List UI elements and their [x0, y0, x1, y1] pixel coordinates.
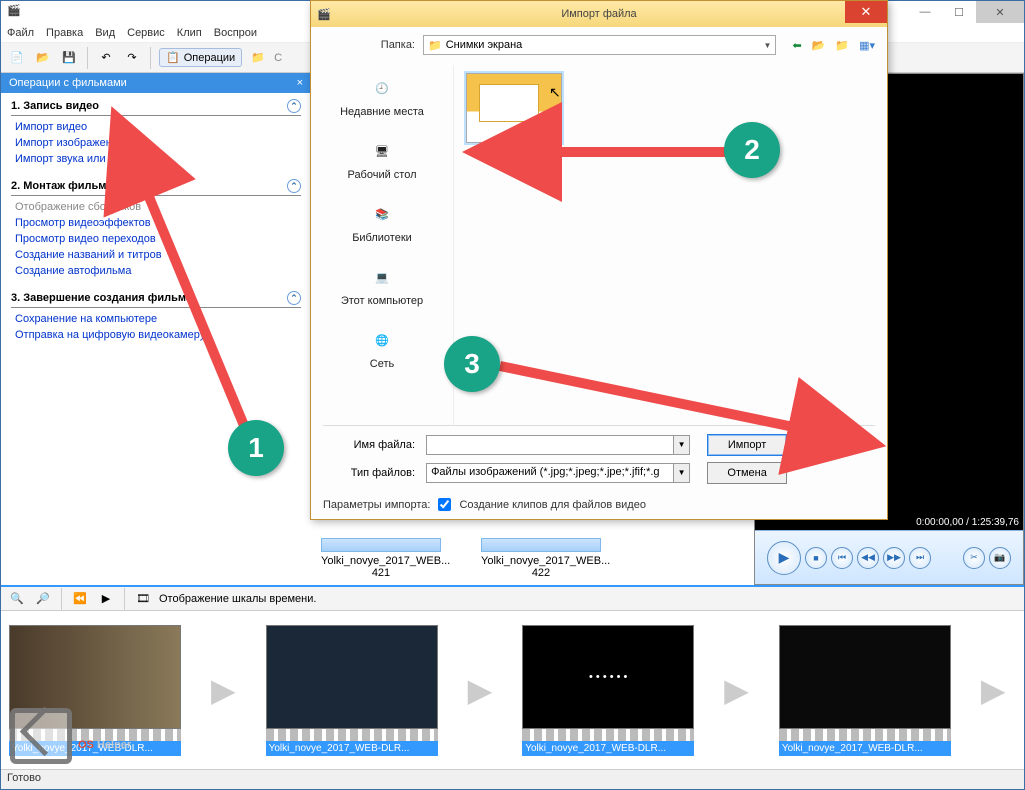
create-clips-label: Создание клипов для файлов видео [459, 499, 646, 511]
clip-item[interactable]: Yolki_novye_2017_WEB... 421 [321, 538, 441, 579]
sidebar-close-icon[interactable]: × [297, 77, 303, 89]
app-icon: 🎬 [7, 4, 21, 17]
cancel-button[interactable]: Отмена [707, 462, 787, 484]
place-libraries[interactable]: 📚Библиотеки [352, 199, 412, 244]
filetype-label: Тип файлов: [323, 467, 415, 479]
statusbar: Готово [1, 769, 1024, 789]
dialog-icon: 🎬 [317, 8, 331, 21]
player-controls: ▶ ■ ⏮ ◀◀ ▶▶ ⏭ ✂ 📷 [755, 530, 1023, 584]
undo-icon[interactable]: ↶ [96, 48, 116, 68]
back-icon[interactable]: ⬅ [792, 39, 801, 52]
place-computer[interactable]: 💻Этот компьютер [341, 262, 423, 307]
link-import-audio[interactable]: Импорт звука или музыки [11, 151, 301, 167]
transition-slot[interactable]: ▶ [724, 671, 749, 709]
menu-play[interactable]: Воспрои [214, 27, 257, 39]
zoom-out-icon[interactable]: 🔎 [33, 589, 53, 609]
timeline-toolbar: 🔍 🔎 ⏪ ▶ 🎞 Отображение шкалы времени. [1, 585, 1024, 611]
storyboard-slot[interactable]: Yolki_novye_2017_WEB-DLR... [266, 625, 438, 756]
storyboard[interactable]: Yolki_novye_2017_WEB-DLR... ▶ Yolki_novy… [1, 611, 1024, 769]
create-clips-checkbox[interactable] [438, 498, 451, 511]
logo-icon [10, 708, 72, 764]
annotation-badge-2: 2 [724, 122, 780, 178]
filename-label: Имя файла: [323, 439, 415, 451]
rewind-button[interactable]: ◀◀ [857, 547, 879, 569]
folder-dropdown[interactable]: 📁 Снимки экрана ▼ [423, 35, 776, 55]
annotation-arrow-2 [530, 132, 740, 175]
play-button[interactable]: ▶ [767, 541, 801, 575]
storyboard-slot[interactable]: Yolki_novye_2017_WEB-DLR... [779, 625, 951, 756]
up-icon[interactable]: 📂 [812, 39, 826, 52]
menu-tools[interactable]: Сервис [127, 27, 165, 39]
watermark-logo: OS Helper [10, 708, 131, 764]
place-network[interactable]: 🌐Сеть [363, 325, 401, 370]
chevron-down-icon: ▼ [764, 41, 772, 50]
folder-icon: 📁 [428, 39, 442, 52]
close-button[interactable]: ✕ [976, 1, 1024, 23]
annotation-badge-1: 1 [228, 420, 284, 476]
timeline-mode-label[interactable]: Отображение шкалы времени. [159, 593, 316, 605]
new-folder-icon[interactable]: 📁 [835, 39, 849, 52]
annotation-badge-3: 3 [444, 336, 500, 392]
places-bar: 🕘Недавние места 🖥Рабочий стол 📚Библиотек… [323, 65, 441, 425]
play-tl-icon[interactable]: ▶ [96, 589, 116, 609]
operations-button[interactable]: 📋 Операции [159, 48, 242, 67]
stop-button[interactable]: ■ [805, 547, 827, 569]
dialog-close-button[interactable]: ✕ [845, 1, 887, 23]
dialog-titlebar[interactable]: 🎬 Импорт файла ✕ [311, 1, 887, 27]
clip-thumbnail [321, 538, 441, 552]
menu-clip[interactable]: Клип [177, 27, 202, 39]
preview-timecode: 0:00:00,00 / 1:25:39,76 [916, 517, 1019, 528]
place-desktop[interactable]: 🖥Рабочий стол [347, 136, 416, 181]
sidebar-header: Операции с фильмами × [1, 73, 311, 93]
link-import-images[interactable]: Импорт изображений [11, 135, 301, 151]
menu-view[interactable]: Вид [95, 27, 115, 39]
transition-slot[interactable]: ▶ [211, 671, 236, 709]
import-options-label: Параметры импорта: [323, 499, 430, 511]
transition-slot[interactable]: ▶ [468, 671, 493, 709]
collections-icon[interactable]: 📁 [248, 48, 268, 68]
collection-dropdown-icon[interactable]: С [274, 52, 282, 64]
folder-label: Папка: [323, 39, 415, 51]
new-icon[interactable]: 📄 [7, 48, 27, 68]
storyboard-slot[interactable]: • • • • • •Yolki_novye_2017_WEB-DLR... [522, 625, 694, 756]
clip-item[interactable]: Yolki_novye_2017_WEB... 422 [481, 538, 601, 579]
split-button[interactable]: ✂ [963, 547, 985, 569]
redo-icon[interactable]: ↷ [122, 48, 142, 68]
filetype-dropdown-icon[interactable]: ▼ [674, 463, 690, 483]
next-button[interactable]: ⏭ [909, 547, 931, 569]
rewind-tl-icon[interactable]: ⏪ [70, 589, 90, 609]
chevron-up-icon[interactable]: ⌃ [287, 99, 301, 113]
annotation-arrow-3 [490, 352, 820, 445]
maximize-button[interactable]: ☐ [942, 1, 976, 23]
section-1-title[interactable]: 1. Запись видео⌃ [11, 99, 301, 116]
open-icon[interactable]: 📂 [33, 48, 53, 68]
menu-file[interactable]: Файл [7, 27, 34, 39]
cursor-icon: ↖ [549, 84, 561, 101]
forward-button[interactable]: ▶▶ [883, 547, 905, 569]
save-icon[interactable]: 💾 [59, 48, 79, 68]
place-recThat[interactable]: 🕘Недавние места [340, 73, 424, 118]
menu-edit[interactable]: Правка [46, 27, 83, 39]
annotation-arrow-1 [130, 170, 290, 463]
snapshot-button[interactable]: 📷 [989, 547, 1011, 569]
zoom-in-icon[interactable]: 🔍 [7, 589, 27, 609]
link-import-video[interactable]: Импорт видео [11, 119, 301, 135]
view-menu-icon[interactable]: ▦▾ [859, 39, 875, 52]
transition-slot[interactable]: ▶ [981, 671, 1006, 709]
clip-thumbnail [481, 538, 601, 552]
tasks-icon: 📋 [166, 51, 180, 64]
storyboard-icon[interactable]: 🎞 [133, 589, 153, 609]
filetype-select[interactable]: Файлы изображений (*.jpg;*.jpeg;*.jpe;*.… [426, 463, 674, 483]
prev-button[interactable]: ⏮ [831, 547, 853, 569]
minimize-button[interactable]: — [908, 1, 942, 23]
